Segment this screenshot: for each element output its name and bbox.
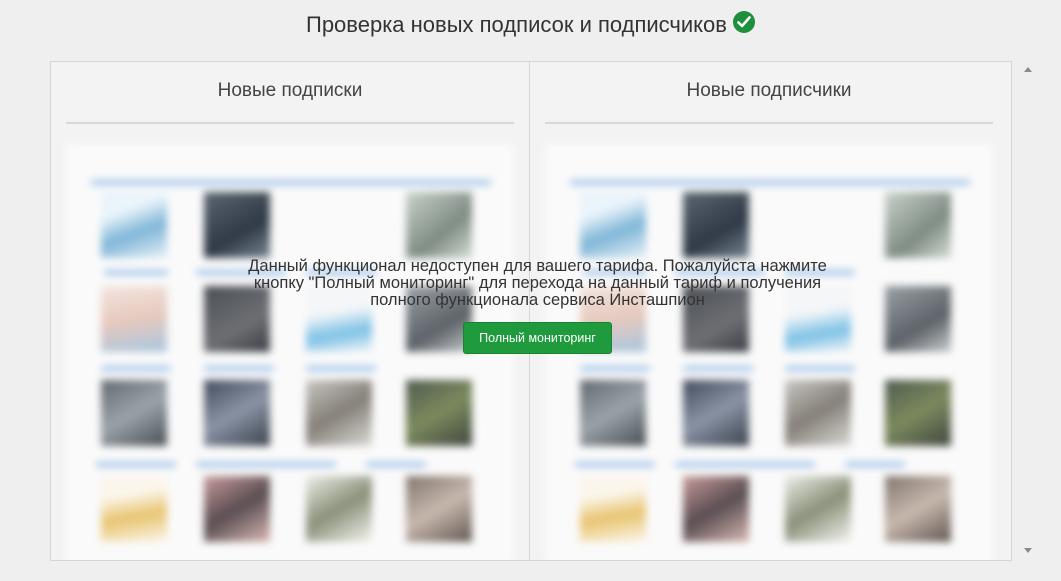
- scroll-up-arrow-icon[interactable]: [1024, 67, 1032, 72]
- column-title-followers: Новые подписчики: [686, 80, 852, 101]
- full-monitoring-button[interactable]: Полный мониторинг: [463, 322, 612, 354]
- divider: [66, 122, 514, 124]
- check-circle-icon: [732, 11, 755, 33]
- page-title: Проверка новых подписок и подписчиков: [306, 12, 727, 37]
- scrollbar[interactable]: [1020, 61, 1038, 559]
- upgrade-message: Данный функционал недоступен для вашего …: [248, 257, 827, 309]
- scroll-down-arrow-icon[interactable]: [1024, 548, 1032, 553]
- upgrade-overlay: Данный функционал недоступен для вашего …: [230, 258, 845, 354]
- page-title-row: Проверка новых подписок и подписчиков: [0, 10, 1061, 40]
- divider: [545, 122, 993, 124]
- column-title-followings: Новые подписки: [217, 80, 363, 101]
